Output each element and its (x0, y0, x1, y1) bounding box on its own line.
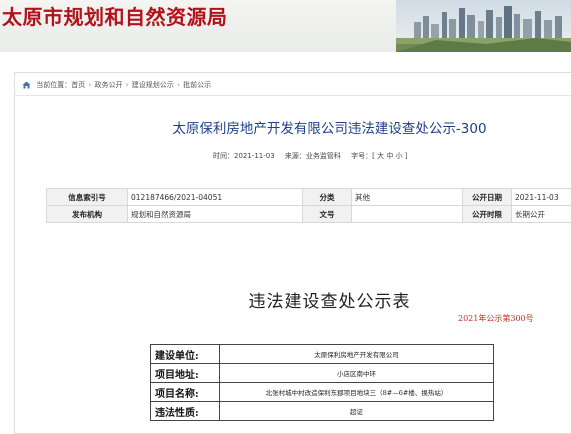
notice-table: 建设单位: 太原保利房地产开发有限公司 项目地址: 小店区南中环 项目名称: 北… (150, 344, 494, 421)
index-no-value: 012187466/2021-04051 (128, 189, 303, 206)
breadcrumb-pre-approval[interactable]: 批前公示 (183, 81, 211, 89)
source-value: 业务监管科 (306, 152, 341, 160)
breadcrumb-separator: › (177, 81, 180, 89)
project-name-value: 北张村城中村改造保利东郡项目地块三（8#—6#楼、换热站） (220, 383, 494, 402)
document-info-table: 信息索引号 012187466/2021-04051 分类 其他 公开日期 20… (46, 188, 571, 223)
font-size-label: 字号： (351, 152, 372, 160)
project-name-label: 项目名称: (151, 383, 220, 402)
duration-value: 长期公开 (512, 206, 571, 223)
violation-nature-label: 违法性质: (151, 402, 220, 421)
breadcrumb-separator: › (126, 81, 129, 89)
table-row: 信息索引号 012187466/2021-04051 分类 其他 公开日期 20… (47, 189, 571, 206)
notice-heading: 违法建设查处公示表 (0, 287, 571, 312)
duration-label: 公开时限 (463, 206, 512, 223)
document-meta: 时间：2021-11-03 来源：业务监管科 字号：[ 大 中 小 ] (213, 151, 416, 161)
table-row: 建设单位: 太原保利房地产开发有限公司 (151, 345, 494, 364)
publish-date-value: 2021-11-03 (512, 189, 571, 206)
font-size-options[interactable]: [ 大 中 小 ] (372, 152, 407, 160)
agency-value: 规划和自然资源局 (128, 206, 303, 223)
site-header-banner: 太原市规划和自然资源局 (0, 0, 571, 52)
time-value: 2021-11-03 (234, 152, 275, 160)
table-row: 项目名称: 北张村城中村改造保利东郡项目地块三（8#—6#楼、换热站） (151, 383, 494, 402)
notice-number: 2021年公示第300号 (458, 313, 534, 324)
publish-date-label: 公开日期 (463, 189, 512, 206)
table-row: 项目地址: 小店区南中环 (151, 364, 494, 383)
time-label: 时间： (213, 152, 234, 160)
construction-unit-label: 建设单位: (151, 345, 220, 364)
violation-nature-value: 超证 (220, 402, 494, 421)
construction-unit-value: 太原保利房地产开发有限公司 (220, 345, 494, 364)
source-label: 来源： (285, 152, 306, 160)
category-label: 分类 (303, 189, 352, 206)
document-title: 太原保利房地产开发有限公司违法建设查处公示-300 (0, 117, 571, 137)
breadcrumb: 当前位置：首页 › 政务公开 › 建设规划公示 › 批前公示 (22, 80, 211, 90)
doc-no-value (352, 206, 463, 223)
breadcrumb-home[interactable]: 当前位置：首页 (36, 81, 85, 89)
project-address-label: 项目地址: (151, 364, 220, 383)
table-row: 违法性质: 超证 (151, 402, 494, 421)
breadcrumb-divider (14, 95, 571, 96)
category-value: 其他 (352, 189, 463, 206)
project-address-value: 小店区南中环 (220, 364, 494, 383)
site-title: 太原市规划和自然资源局 (2, 1, 228, 30)
breadcrumb-government-affairs[interactable]: 政务公开 (95, 81, 123, 89)
index-no-label: 信息索引号 (47, 189, 128, 206)
breadcrumb-planning-notices[interactable]: 建设规划公示 (132, 81, 174, 89)
city-skyline-image (396, 0, 571, 52)
doc-no-label: 文号 (303, 206, 352, 223)
home-icon (22, 81, 31, 89)
table-row: 发布机构 规划和自然资源局 文号 公开时限 长期公开 (47, 206, 571, 223)
agency-label: 发布机构 (47, 206, 128, 223)
breadcrumb-separator: › (88, 81, 91, 89)
